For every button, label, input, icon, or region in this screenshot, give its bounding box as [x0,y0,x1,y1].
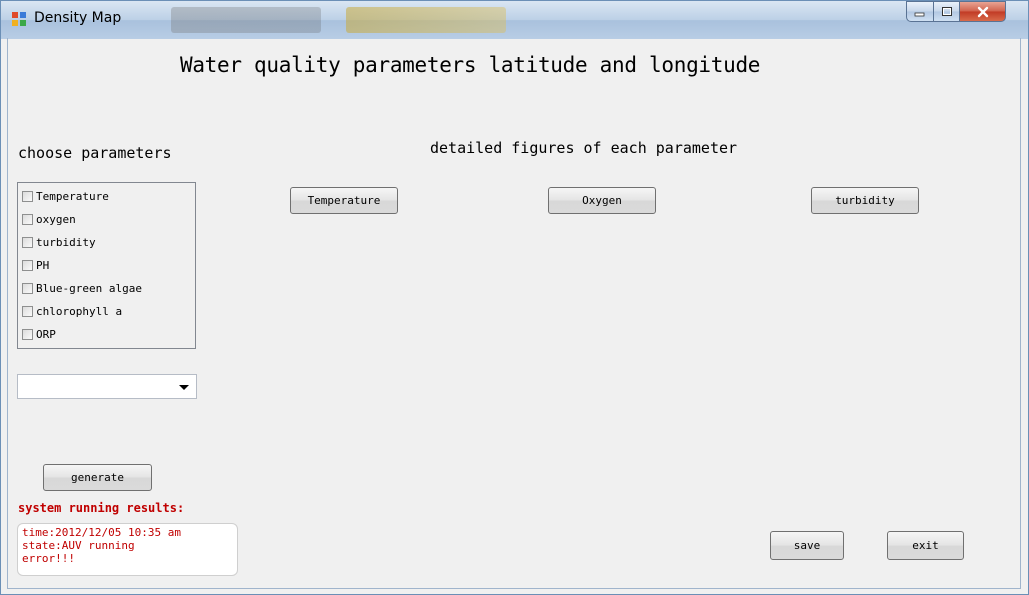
turbidity-button[interactable]: turbidity [811,187,919,214]
frame-border-bottom [7,588,1021,589]
parameter-item-chlorophyll-a[interactable]: chlorophyll a [22,301,122,321]
minimize-icon [914,12,925,16]
app-icon [12,12,26,26]
checkbox[interactable] [22,282,33,294]
generate-button[interactable]: generate [43,464,152,491]
parameter-label: Temperature [36,189,109,203]
parameter-item-turbidity[interactable]: turbidity [22,232,96,252]
parameter-item-orp[interactable]: ORP [22,324,56,344]
parameter-label: oxygen [36,212,76,226]
checkbox[interactable] [22,190,33,202]
page-title: Water quality parameters latitude and lo… [180,53,761,77]
results-textbox[interactable]: time:2012/12/05 10:35 am state:AUV runni… [17,523,238,576]
parameter-combobox[interactable] [17,374,197,399]
result-line-state: state:AUV running [22,539,135,552]
exit-button[interactable]: exit [887,531,964,560]
frame-border-right [1020,38,1021,589]
oxygen-button[interactable]: Oxygen [548,187,656,214]
checkbox[interactable] [22,328,33,340]
parameter-label: ORP [36,327,56,341]
checkbox[interactable] [22,259,33,271]
checkbox[interactable] [22,305,33,317]
choose-parameters-label: choose parameters [18,144,172,162]
detailed-figures-label: detailed figures of each parameter [430,139,738,157]
title-bar[interactable]: Density Map [1,1,1028,39]
system-results-title: system running results: [18,501,185,515]
parameter-label: turbidity [36,235,96,249]
temperature-button[interactable]: Temperature [290,187,398,214]
maximize-icon [941,7,952,16]
background-window-ghost [171,7,321,33]
checkbox[interactable] [22,213,33,225]
parameter-item-temperature[interactable]: Temperature [22,186,109,206]
result-line-time: time:2012/12/05 10:35 am [22,526,181,539]
frame-border-left [7,38,8,589]
parameter-item-blue-green-algae[interactable]: Blue-green algae [22,278,142,298]
parameter-label: Blue-green algae [36,281,142,295]
result-line-error: error!!! [22,552,75,565]
save-button[interactable]: save [770,531,844,560]
parameter-label: PH [36,258,50,272]
maximize-button[interactable] [933,1,960,22]
close-button[interactable] [959,1,1006,22]
parameter-item-oxygen[interactable]: oxygen [22,209,76,229]
chevron-down-icon[interactable] [179,385,189,390]
checkbox[interactable] [22,236,33,248]
window-title: Density Map [34,10,122,26]
minimize-button[interactable] [906,1,934,22]
close-icon [977,6,988,17]
parameter-item-ph[interactable]: PH [22,255,49,275]
parameter-label: chlorophyll a [36,304,123,318]
background-window-ghost [346,7,506,33]
parameters-checklist[interactable]: Temperature oxygen turbidity PH Blue-gre… [17,182,196,349]
